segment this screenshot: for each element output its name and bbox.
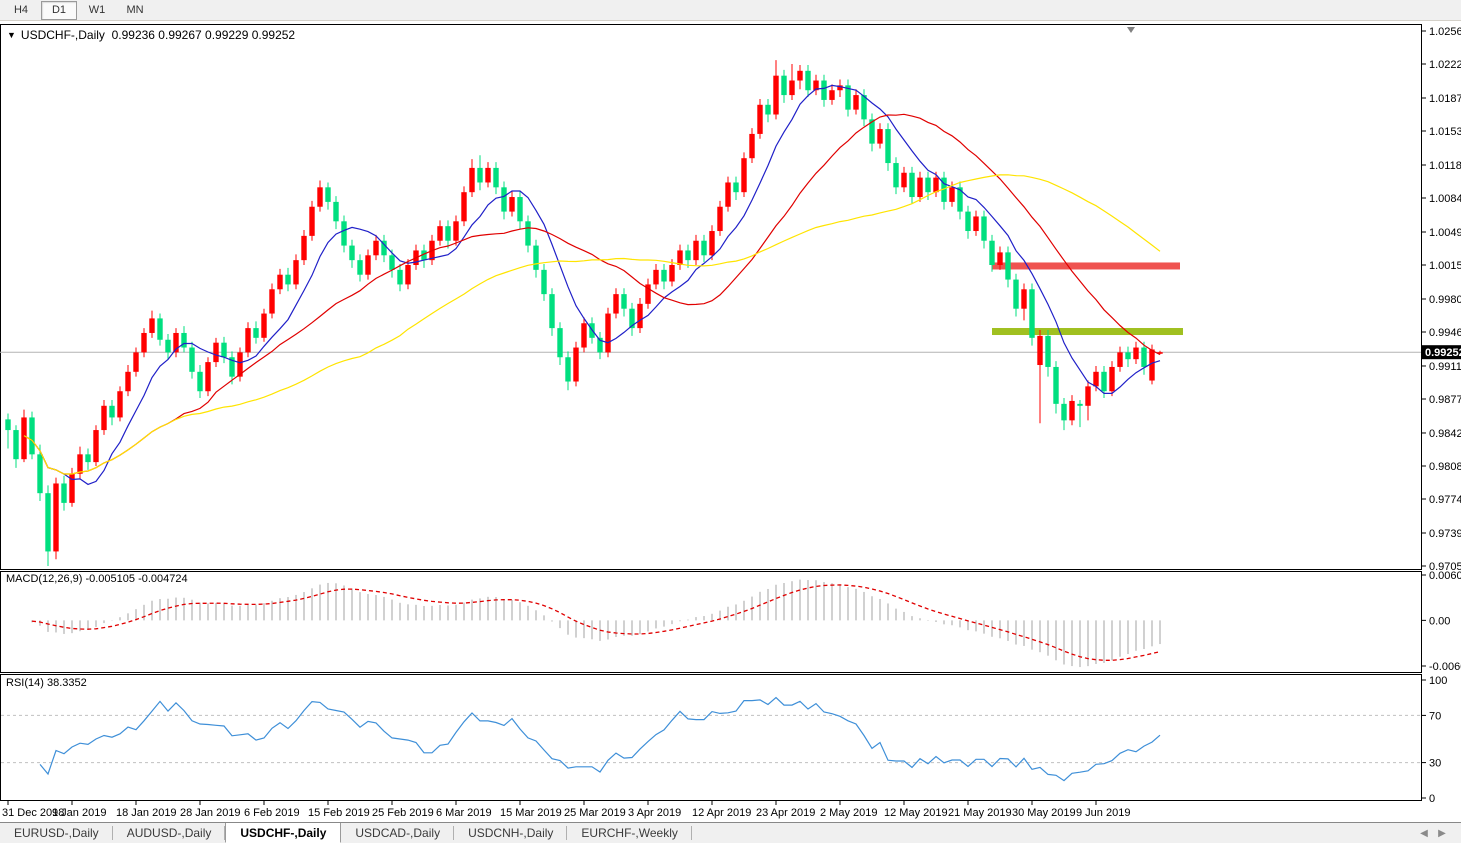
svg-text:1.01530: 1.01530 [1429, 126, 1461, 138]
svg-text:30 May 2019: 30 May 2019 [1012, 807, 1076, 819]
svg-text:15 Feb 2019: 15 Feb 2019 [308, 807, 370, 819]
svg-text:25 Mar 2019: 25 Mar 2019 [564, 807, 626, 819]
tab-scroll-left-arrow[interactable]: ◀ [1415, 825, 1433, 841]
svg-text:1.00490: 1.00490 [1429, 227, 1461, 239]
svg-text:0.99800: 0.99800 [1429, 294, 1461, 306]
svg-text:3 Apr 2019: 3 Apr 2019 [628, 807, 681, 819]
svg-text:0.006058: 0.006058 [1429, 570, 1461, 582]
svg-text:0.98080: 0.98080 [1429, 461, 1461, 473]
panel-frames [0, 24, 1422, 801]
chart-tab-eurusddaily[interactable]: EURUSD-,Daily [0, 823, 113, 843]
svg-text:70: 70 [1429, 710, 1441, 722]
date-axis: 31 Dec 20189 Jan 2019 18 Jan 2019 28 Jan 2… [2, 800, 1130, 819]
macd-indicator-label: MACD(12,26,9) -0.005105 -0.004724 [6, 573, 188, 585]
svg-text:1.00150: 1.00150 [1429, 260, 1461, 272]
chart-tab-usdcaddaily[interactable]: USDCAD-,Daily [341, 823, 455, 843]
timeframe-button-d1[interactable]: D1 [41, 0, 77, 20]
svg-text:0.98420: 0.98420 [1429, 428, 1461, 440]
chart-tab-audusddaily[interactable]: AUDUSD-,Daily [113, 823, 226, 843]
svg-text:0.99110: 0.99110 [1429, 361, 1461, 373]
timeframe-button-mn[interactable]: MN [117, 0, 153, 20]
svg-text:1.01870: 1.01870 [1429, 93, 1461, 105]
tab-scroll-right-arrow[interactable]: ▶ [1433, 825, 1451, 841]
chart-tab-usdchfdaily[interactable]: USDCHF-,Daily [225, 823, 342, 843]
svg-text:15 Mar 2019: 15 Mar 2019 [500, 807, 562, 819]
svg-text:9 Jun 2019: 9 Jun 2019 [1076, 807, 1130, 819]
macd-axis: 0.006058 0.00 -0.006096 [1421, 570, 1461, 673]
svg-text:1.02560: 1.02560 [1429, 26, 1461, 38]
chart-tab-usdcnhdaily[interactable]: USDCNH-,Daily [454, 823, 568, 843]
svg-text:2 May 2019: 2 May 2019 [820, 807, 877, 819]
price-axis: 1.02560 1.02220 1.01870 1.01530 1.01180 1.008… [1421, 26, 1461, 573]
svg-text:21 May 2019: 21 May 2019 [948, 807, 1012, 819]
support-band [992, 328, 1183, 336]
svg-text:1.00840: 1.00840 [1429, 193, 1461, 205]
svg-text:9 Jan 2019: 9 Jan 2019 [52, 807, 106, 819]
resistance-band [992, 262, 1180, 270]
price-chart-canvas[interactable]: 1.02560 1.02220 1.01870 1.01530 1.01180 1.008… [0, 21, 1461, 822]
svg-text:12 Apr 2019: 12 Apr 2019 [692, 807, 751, 819]
symbol-dropdown-arrow[interactable]: ▼ [7, 30, 16, 40]
svg-text:12 May 2019: 12 May 2019 [884, 807, 948, 819]
svg-text:28 Jan 2019: 28 Jan 2019 [180, 807, 241, 819]
chart-symbol-label: USDCHF-,Daily [20, 28, 105, 42]
rsi-indicator-label: RSI(14) 38.3352 [6, 677, 87, 689]
svg-text:6 Mar 2019: 6 Mar 2019 [436, 807, 492, 819]
svg-text:18 Jan 2019: 18 Jan 2019 [116, 807, 177, 819]
svg-text:0: 0 [1429, 793, 1435, 805]
timeframe-toolbar: H4 D1 W1 MN [0, 0, 1461, 21]
svg-text:0.97740: 0.97740 [1429, 494, 1461, 506]
svg-text:23 Apr 2019: 23 Apr 2019 [756, 807, 815, 819]
svg-text:0.97390: 0.97390 [1429, 528, 1461, 540]
svg-text:0.99252: 0.99252 [1425, 347, 1461, 359]
svg-text:0.98770: 0.98770 [1429, 394, 1461, 406]
svg-text:0.99460: 0.99460 [1429, 327, 1461, 339]
chart-tabs-bar: EURUSD-,Daily AUDUSD-,Daily USDCHF-,Daily U… [0, 822, 1461, 843]
svg-text:-0.006096: -0.006096 [1429, 661, 1461, 673]
timeframe-button-w1[interactable]: W1 [79, 0, 115, 20]
chart-ohlc-readout: 0.99236 0.99267 0.99229 0.99252 [111, 28, 296, 42]
rsi-axis: 100 70 30 0 [1421, 675, 1447, 805]
chart-title: ▼ USDCHF-,Daily 0.99236 0.99267 0.99229 0… [7, 28, 295, 42]
svg-text:30: 30 [1429, 758, 1441, 770]
svg-text:6 Feb 2019: 6 Feb 2019 [244, 807, 300, 819]
chart-window: ▼ USDCHF-,Daily 0.99236 0.99267 0.99229 0… [0, 21, 1461, 822]
svg-text:1.01180: 1.01180 [1429, 160, 1461, 172]
svg-text:1.02220: 1.02220 [1429, 59, 1461, 71]
svg-text:0.00: 0.00 [1429, 615, 1450, 627]
svg-text:100: 100 [1429, 675, 1447, 687]
chart-tab-eurchfweekly[interactable]: EURCHF-,Weekly [567, 823, 692, 843]
svg-text:25 Feb 2019: 25 Feb 2019 [372, 807, 434, 819]
timeframe-button-h4[interactable]: H4 [3, 0, 39, 20]
